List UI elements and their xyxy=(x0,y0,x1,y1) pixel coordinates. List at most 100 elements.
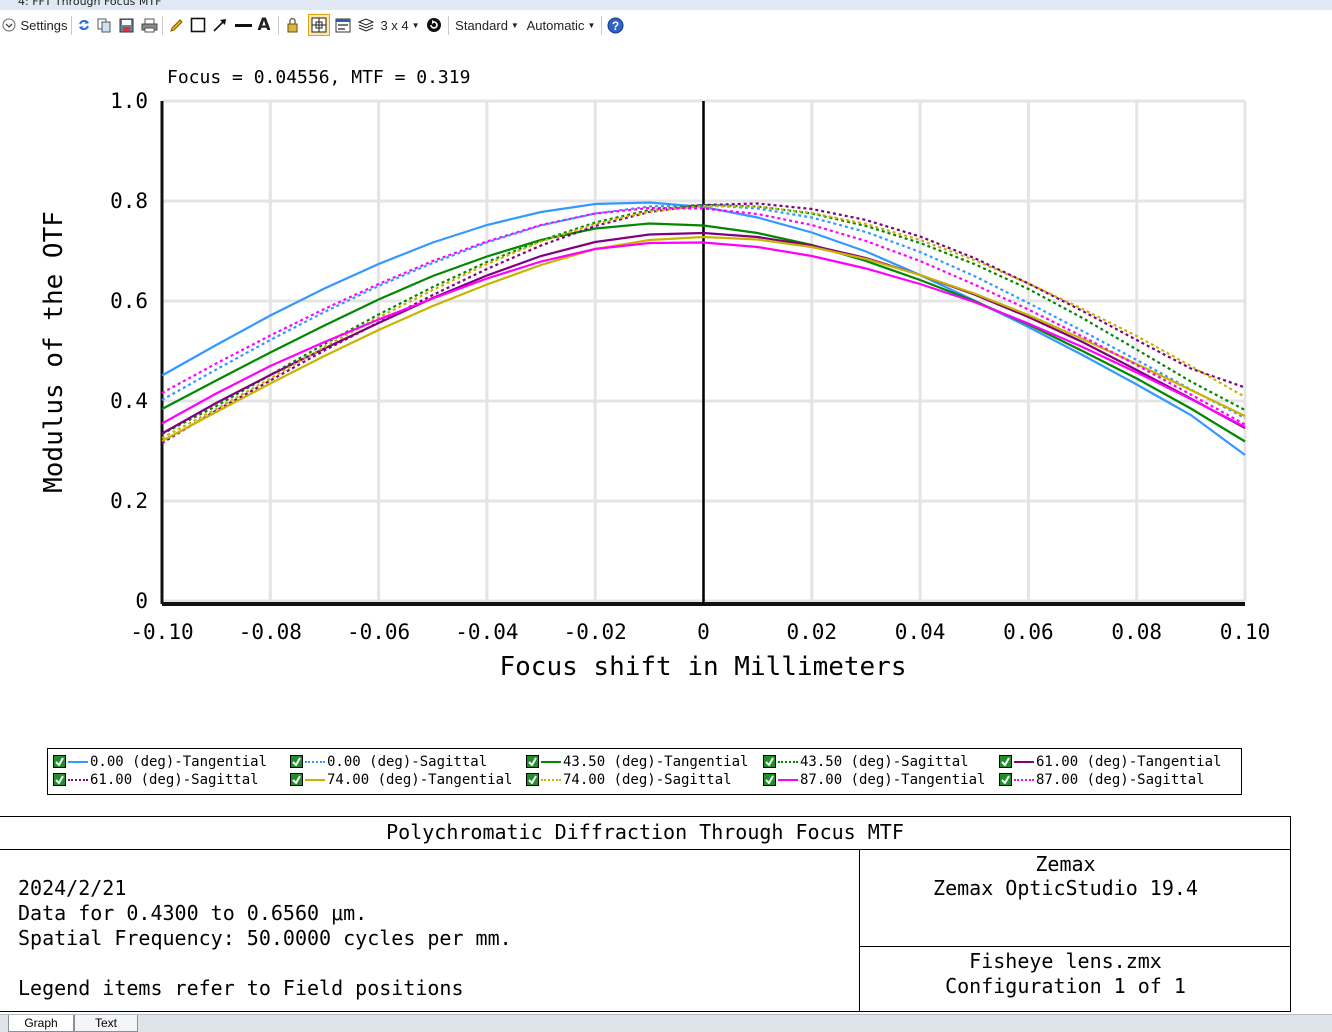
legend-checkbox-icon[interactable] xyxy=(290,755,303,768)
y-tick-label: 0.6 xyxy=(110,289,148,313)
y-tick-label: 1.0 xyxy=(110,89,148,113)
x-tick-label: 0.02 xyxy=(787,620,838,644)
x-tick-label: -0.04 xyxy=(455,620,518,644)
info-file: Fisheye lens.zmx xyxy=(969,949,1162,973)
chevron-down-icon: ▼ xyxy=(587,20,596,30)
info-file-panel: Fisheye lens.zmx Configuration 1 of 1 xyxy=(860,946,1291,1012)
info-spatial-frequency: Spatial Frequency: 50.0000 cycles per mm… xyxy=(18,926,512,950)
y-tick-label: 0.8 xyxy=(110,189,148,213)
layout-dropdown[interactable]: 3 x 4 ▼ xyxy=(380,15,420,35)
lock-icon[interactable] xyxy=(284,15,300,35)
settings-chevron-icon[interactable] xyxy=(2,15,16,35)
tab-text[interactable]: Text xyxy=(74,1015,138,1032)
mtf-chart: Focus = 0.04556, MTF = 0.319 -0.10 -0.08 -0… xyxy=(39,67,1271,682)
copy-icon[interactable] xyxy=(96,15,112,35)
y-tick-label: 0.4 xyxy=(110,389,148,413)
legend-checkbox-icon[interactable] xyxy=(526,773,539,786)
legend-checkbox-icon[interactable] xyxy=(290,773,303,786)
legend-label: 43.50 (deg)-Tangential xyxy=(563,753,749,770)
legend-checkbox-icon[interactable] xyxy=(763,773,776,786)
svg-text:?: ? xyxy=(611,19,618,33)
standard-label: Standard xyxy=(455,17,508,33)
legend-item: 74.00 (deg)-Tangential xyxy=(290,771,512,788)
rectangle-icon[interactable] xyxy=(189,15,207,35)
help-icon[interactable]: ? xyxy=(606,15,624,35)
standard-dropdown[interactable]: Standard ▼ xyxy=(454,15,520,35)
arrow-icon[interactable] xyxy=(211,15,229,35)
legend-label: 87.00 (deg)-Tangential xyxy=(800,771,986,788)
line-icon[interactable] xyxy=(234,15,252,35)
info-right-panel: Zemax Zemax OpticStudio 19.4 Fisheye len… xyxy=(859,850,1291,1011)
legend-item: 87.00 (deg)-Sagittal xyxy=(999,771,1205,788)
x-tick-label: 0.04 xyxy=(895,620,946,644)
legend-swatch xyxy=(1014,760,1034,763)
pencil-icon[interactable] xyxy=(168,15,184,35)
info-title: Polychromatic Diffraction Through Focus … xyxy=(0,817,1290,850)
legend-swatch xyxy=(778,760,798,763)
legend-checkbox-icon[interactable] xyxy=(526,755,539,768)
legend-item: 87.00 (deg)-Tangential xyxy=(763,771,985,788)
chevron-down-icon: ▼ xyxy=(411,20,420,30)
info-company: Zemax xyxy=(1035,852,1096,876)
legend-checkbox-icon[interactable] xyxy=(999,755,1012,768)
y-axis-label: Modulus of the OTF xyxy=(39,211,69,493)
y-tick-label: 0 xyxy=(135,589,148,613)
toolbar: Settings A 3 x 4 ▼ Standard ▼ Automatic … xyxy=(0,11,1332,39)
info-date: 2024/2/21 xyxy=(18,876,127,900)
grid-icon[interactable] xyxy=(308,14,330,36)
automatic-label: Automatic xyxy=(526,17,585,33)
legend-item: 43.50 (deg)-Sagittal xyxy=(763,753,969,770)
info-config: Configuration 1 of 1 xyxy=(945,974,1186,998)
x-tick-label: 0 xyxy=(697,620,710,644)
legend-label: 0.00 (deg)-Tangential xyxy=(90,753,268,770)
legend-label: 61.00 (deg)-Sagittal xyxy=(90,771,259,788)
info-product: Zemax OpticStudio 19.4 xyxy=(933,876,1198,900)
legend-checkbox-icon[interactable] xyxy=(53,755,66,768)
refresh-icon[interactable] xyxy=(76,15,92,35)
legend-label: 87.00 (deg)-Sagittal xyxy=(1036,771,1205,788)
settings-button[interactable]: Settings xyxy=(19,15,69,35)
plot-header: Focus = 0.04556, MTF = 0.319 xyxy=(167,67,470,88)
legend-checkbox-icon[interactable] xyxy=(53,773,66,786)
legend-checkbox-icon[interactable] xyxy=(999,773,1012,786)
legend-swatch xyxy=(305,778,325,781)
legend-swatch xyxy=(1014,778,1034,781)
legend-swatch xyxy=(305,760,325,763)
legend-swatch xyxy=(541,760,561,763)
chevron-down-icon: ▼ xyxy=(510,20,519,30)
text-icon[interactable]: A xyxy=(256,15,272,35)
y-tick-label: 0.2 xyxy=(110,489,148,513)
legend-checkbox-icon[interactable] xyxy=(763,755,776,768)
legend-item: 0.00 (deg)-Tangential xyxy=(53,753,267,770)
legend-label: 0.00 (deg)-Sagittal xyxy=(327,753,488,770)
rotate-icon[interactable] xyxy=(425,15,443,35)
info-data-range: Data for 0.4300 to 0.6560 μm. xyxy=(18,901,368,925)
legend-swatch xyxy=(68,778,88,781)
info-panel: Polychromatic Diffraction Through Focus … xyxy=(0,816,1291,1012)
window-title: 4: FFT Through Focus MTF xyxy=(18,0,162,8)
x-tick-label: -0.10 xyxy=(130,620,193,644)
automatic-dropdown[interactable]: Automatic ▼ xyxy=(524,15,598,35)
legend-swatch xyxy=(68,760,88,763)
legend-item: 74.00 (deg)-Sagittal xyxy=(526,771,732,788)
legend-label: 61.00 (deg)-Tangential xyxy=(1036,753,1222,770)
layout-label: 3 x 4 xyxy=(380,17,409,33)
x-tick-label: -0.08 xyxy=(239,620,302,644)
layers-icon[interactable] xyxy=(357,15,375,35)
save-icon[interactable] xyxy=(118,15,134,35)
chart-legend: 0.00 (deg)-Tangential 0.00 (deg)-Sagittal… xyxy=(47,748,1242,795)
legend-item: 43.50 (deg)-Tangential xyxy=(526,753,748,770)
x-axis-label: Focus shift in Millimeters xyxy=(500,652,907,682)
x-tick-label: 0.08 xyxy=(1111,620,1162,644)
legend-item: 61.00 (deg)-Sagittal xyxy=(53,771,259,788)
view-tabs: Graph Text xyxy=(0,1014,1332,1032)
legend-label: 43.50 (deg)-Sagittal xyxy=(800,753,969,770)
print-icon[interactable] xyxy=(140,15,158,35)
legend-label: 74.00 (deg)-Tangential xyxy=(327,771,513,788)
legend-swatch xyxy=(778,778,798,781)
x-tick-label: 0.10 xyxy=(1220,620,1271,644)
window-icon[interactable] xyxy=(334,15,352,35)
legend-swatch xyxy=(541,778,561,781)
legend-item: 0.00 (deg)-Sagittal xyxy=(290,753,487,770)
tab-graph[interactable]: Graph xyxy=(8,1015,74,1032)
